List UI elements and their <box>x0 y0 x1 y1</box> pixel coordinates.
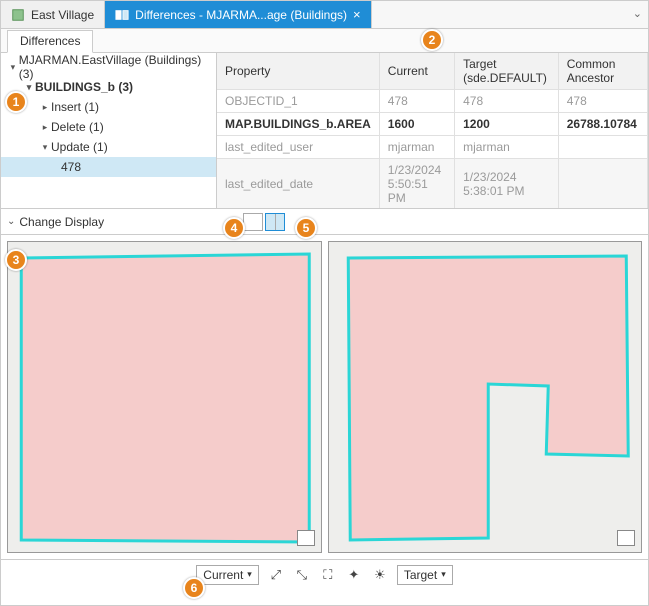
cell-property: OBJECTID_1 <box>217 90 379 113</box>
callout-4: 4 <box>223 217 245 239</box>
tree-insert[interactable]: ▸ Insert (1) <box>1 97 216 117</box>
collapse-icon[interactable]: ▾ <box>23 82 35 93</box>
tab-differences[interactable]: Differences - MJARMA...age (Buildings) × <box>105 1 371 28</box>
tree-label: BUILDINGS_b (3) <box>35 80 133 94</box>
grid-pane: Property Current Target (sde.DEFAULT) Co… <box>217 53 648 208</box>
callout-2: 2 <box>421 29 443 51</box>
current-dropdown[interactable]: Current ▾ <box>196 565 259 585</box>
cell-ancestor <box>558 159 647 209</box>
zoom-out-icon[interactable]: ⤡ <box>293 566 311 584</box>
map-icon <box>11 8 25 22</box>
cell-property: MAP.BUILDINGS_b.AREA <box>217 113 379 136</box>
col-ancestor[interactable]: Common Ancestor <box>558 53 647 90</box>
tree-pane: ▾ MJARMAN.EastVillage (Buildings) (3) ▾ … <box>1 53 217 208</box>
grid-header-row: Property Current Target (sde.DEFAULT) Co… <box>217 53 648 90</box>
chevron-down-icon: ▾ <box>247 569 252 580</box>
tree-label: Insert (1) <box>51 100 99 114</box>
polygon-current <box>8 242 321 552</box>
cell-target: 1200 <box>455 113 559 136</box>
dropdown-label: Current <box>203 568 243 582</box>
cell-property: last_edited_user <box>217 136 379 159</box>
section-title: Change Display <box>19 215 104 229</box>
cell-ancestor: 478 <box>558 90 647 113</box>
map-target[interactable] <box>328 241 643 553</box>
target-dropdown[interactable]: Target ▾ <box>397 565 453 585</box>
subtab-label: Differences <box>20 34 80 48</box>
tree-label: 478 <box>61 160 81 174</box>
tree-label: MJARMAN.EastVillage (Buildings) (3) <box>19 53 216 81</box>
cell-ancestor <box>558 136 647 159</box>
tree-feature-478[interactable]: 478 <box>1 157 216 177</box>
callout-5: 5 <box>295 217 317 239</box>
map-views <box>1 235 648 559</box>
close-icon[interactable]: × <box>353 7 361 22</box>
expand-icon[interactable]: ▸ <box>39 102 51 113</box>
tree-update[interactable]: ▾ Update (1) <box>1 137 216 157</box>
bottom-toolbar: Current ▾ ⤢ ⤡ ⛶ ✦ ☀ Target ▾ <box>1 559 648 589</box>
expand-icon[interactable]: ▸ <box>39 122 51 133</box>
col-property[interactable]: Property <box>217 53 379 90</box>
dropdown-label: Target <box>404 568 437 582</box>
diff-grid: Property Current Target (sde.DEFAULT) Co… <box>217 53 648 208</box>
cell-target: mjarman <box>455 136 559 159</box>
tab-label: East Village <box>31 8 94 22</box>
highlight-icon[interactable]: ☀ <box>371 566 389 584</box>
table-row[interactable]: MAP.BUILDINGS_b.AREA1600120026788.10784 <box>217 113 648 136</box>
window-tabbar: East Village Differences - MJARMA...age … <box>1 1 648 29</box>
popup-icon[interactable] <box>617 530 635 546</box>
change-display-header[interactable]: ⌄ Change Display <box>1 209 648 235</box>
tree-root[interactable]: ▾ MJARMAN.EastVillage (Buildings) (3) <box>1 57 216 77</box>
callout-1: 1 <box>5 91 27 113</box>
cell-ancestor: 26788.10784 <box>558 113 647 136</box>
table-row[interactable]: last_edited_usermjarmanmjarman <box>217 136 648 159</box>
col-target[interactable]: Target (sde.DEFAULT) <box>455 53 559 90</box>
chevron-down-icon: ▾ <box>441 569 446 580</box>
tab-east-village[interactable]: East Village <box>1 1 105 28</box>
col-current[interactable]: Current <box>379 53 454 90</box>
cell-current: 1600 <box>379 113 454 136</box>
main-split: ▾ MJARMAN.EastVillage (Buildings) (3) ▾ … <box>1 53 648 209</box>
tree-label: Delete (1) <box>51 120 104 134</box>
chevron-down-icon: ⌄ <box>7 216 15 227</box>
diff-icon <box>115 8 129 22</box>
subtab-differences[interactable]: Differences <box>7 30 93 53</box>
chevron-down-icon[interactable]: ⌄ <box>633 7 642 20</box>
display-mode-toggles <box>243 213 285 231</box>
collapse-icon[interactable]: ▾ <box>39 142 51 153</box>
tree-label: Update (1) <box>51 140 108 154</box>
table-row[interactable]: OBJECTID_1478478478 <box>217 90 648 113</box>
cell-target: 1/23/2024 5:38:01 PM <box>455 159 559 209</box>
callout-6: 6 <box>183 577 205 599</box>
zoom-in-icon[interactable]: ⤢ <box>267 566 285 584</box>
polygon-target <box>329 242 642 552</box>
cell-property: last_edited_date <box>217 159 379 209</box>
cell-current: mjarman <box>379 136 454 159</box>
map-current[interactable] <box>7 241 322 553</box>
cell-current: 478 <box>379 90 454 113</box>
tab-label: Differences - MJARMA...age (Buildings) <box>135 8 347 22</box>
collapse-icon[interactable]: ▾ <box>7 62 19 73</box>
single-view-button[interactable] <box>243 213 263 231</box>
callout-3: 3 <box>5 249 27 271</box>
full-extent-icon[interactable]: ⛶ <box>319 566 337 584</box>
cell-target: 478 <box>455 90 559 113</box>
table-row[interactable]: last_edited_date1/23/2024 5:50:51 PM1/23… <box>217 159 648 209</box>
flash-icon[interactable]: ✦ <box>345 566 363 584</box>
popup-icon[interactable] <box>297 530 315 546</box>
split-view-button[interactable] <box>265 213 285 231</box>
subtab-bar: Differences <box>1 29 648 53</box>
cell-current: 1/23/2024 5:50:51 PM <box>379 159 454 209</box>
tree-delete[interactable]: ▸ Delete (1) <box>1 117 216 137</box>
